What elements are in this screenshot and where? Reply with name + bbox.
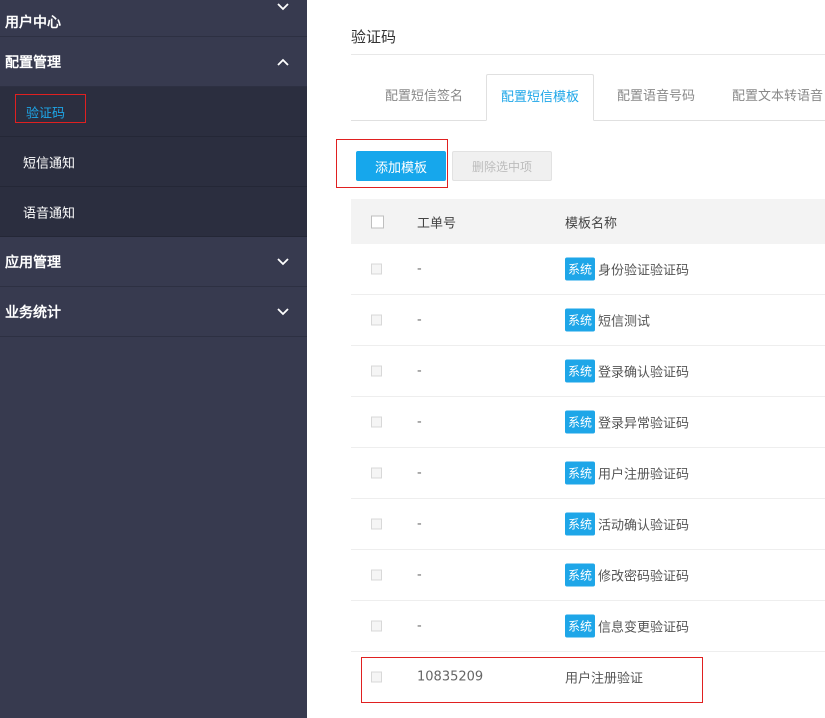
table-row: - 系统 信息变更验证码 [351, 601, 825, 652]
table-row: - 系统 短信测试 [351, 295, 825, 346]
system-badge: 系统 [565, 512, 596, 536]
config-submenu: 验证码 短信通知 语音通知 [0, 87, 307, 237]
row-name-cell: 系统 登录确认验证码 [565, 359, 690, 383]
row-checkbox[interactable] [371, 518, 382, 530]
sidebar-item-voice-notice[interactable]: 语音通知 [0, 187, 307, 237]
sidebar: 用户中心 配置管理 验证码 短信通知 语音通知 应用管理 业务统计 [0, 0, 307, 718]
add-template-button[interactable]: 添加模板 [356, 151, 446, 181]
system-badge: 系统 [565, 563, 596, 587]
row-name-cell: 系统 登录异常验证码 [565, 410, 690, 434]
chevron-down-icon [277, 3, 289, 11]
row-name-cell: 用户注册验证 [565, 668, 643, 687]
tab-tts[interactable]: 配置文本转语音 [732, 74, 825, 120]
row-name-cell: 系统 短信测试 [565, 308, 651, 332]
system-badge: 系统 [565, 308, 596, 332]
tab-sms-template[interactable]: 配置短信模板 [486, 74, 595, 121]
row-name-cell: 系统 活动确认验证码 [565, 512, 690, 536]
column-header-name: 模板名称 [565, 216, 618, 231]
table-row: - 系统 登录确认验证码 [351, 346, 825, 397]
nav-group-label: 业务统计 [5, 304, 61, 321]
nav-group-label: 配置管理 [5, 54, 61, 71]
row-name: 登录确认验证码 [598, 365, 690, 381]
system-badge: 系统 [565, 257, 596, 281]
nav-group-label: 用户中心 [5, 15, 61, 31]
divider [351, 54, 825, 55]
nav-group-app-manage[interactable]: 应用管理 [0, 237, 307, 287]
row-checkbox[interactable] [371, 365, 382, 377]
row-name: 身份验证验证码 [598, 263, 690, 279]
row-id: - [417, 414, 422, 430]
tab-bar: 配置短信签名 配置短信模板 配置语音号码 配置文本转语音 [351, 74, 825, 121]
row-id: - [417, 618, 422, 634]
row-checkbox[interactable] [371, 263, 382, 275]
nav-group-business-stats[interactable]: 业务统计 [0, 287, 307, 337]
table-row: - 系统 活动确认验证码 [351, 499, 825, 550]
system-badge: 系统 [565, 461, 596, 485]
row-checkbox[interactable] [371, 314, 382, 326]
table-row: - 系统 登录异常验证码 [351, 397, 825, 448]
system-badge: 系统 [565, 359, 596, 383]
tab-voice-number[interactable]: 配置语音号码 [617, 74, 695, 120]
row-name-cell: 系统 修改密码验证码 [565, 563, 690, 587]
nav-group-config[interactable]: 配置管理 [0, 37, 307, 87]
main-content: 验证码 配置短信签名 配置短信模板 配置语音号码 配置文本转语音 添加模板 删除… [307, 0, 825, 718]
row-name: 信息变更验证码 [598, 620, 690, 636]
row-checkbox[interactable] [371, 467, 382, 479]
nav-group-user-center[interactable]: 用户中心 [0, 0, 307, 37]
row-name: 活动确认验证码 [598, 518, 690, 534]
row-name-cell: 系统 用户注册验证码 [565, 461, 690, 485]
sidebar-item-label: 验证码 [26, 106, 66, 121]
system-badge: 系统 [565, 614, 596, 638]
table-row: 10835209 用户注册验证 [351, 652, 825, 703]
row-id: 10835209 [417, 669, 484, 685]
row-name-cell: 系统 信息变更验证码 [565, 614, 690, 638]
sidebar-item-captcha[interactable]: 验证码 [0, 87, 307, 137]
row-name: 用户注册验证码 [598, 467, 690, 483]
sidebar-item-label: 语音通知 [23, 206, 76, 221]
sidebar-item-sms-notice[interactable]: 短信通知 [0, 137, 307, 187]
chevron-up-icon [277, 58, 289, 66]
highlight-box [361, 657, 703, 703]
row-id: - [417, 363, 422, 379]
tab-sms-signature[interactable]: 配置短信签名 [385, 74, 463, 120]
row-id: - [417, 312, 422, 328]
page-title: 验证码 [351, 28, 397, 46]
nav-group-label: 应用管理 [5, 254, 61, 271]
row-name-cell: 系统 身份验证验证码 [565, 257, 690, 281]
row-checkbox[interactable] [371, 671, 382, 683]
chevron-down-icon [277, 257, 289, 266]
row-checkbox[interactable] [371, 416, 382, 428]
column-header-id: 工单号 [417, 216, 457, 231]
row-id: - [417, 465, 422, 481]
select-all-checkbox[interactable] [371, 215, 384, 228]
table-row: - 系统 身份验证验证码 [351, 244, 825, 295]
delete-selected-button[interactable]: 删除选中项 [452, 151, 552, 181]
row-checkbox[interactable] [371, 569, 382, 581]
row-id: - [417, 567, 422, 583]
row-name: 短信测试 [598, 314, 651, 330]
row-id: - [417, 516, 422, 532]
table-row: - 系统 用户注册验证码 [351, 448, 825, 499]
row-name: 登录异常验证码 [598, 416, 690, 432]
sidebar-item-label: 短信通知 [23, 156, 76, 171]
row-name: 修改密码验证码 [598, 569, 690, 585]
system-badge: 系统 [565, 410, 596, 434]
table-header: 工单号 模板名称 [351, 199, 825, 244]
template-table: 工单号 模板名称 - 系统 身份验证验证码 - 系统 短信测试 - 系统 登录确认验证… [351, 199, 825, 703]
table-row: - 系统 修改密码验证码 [351, 550, 825, 601]
row-id: - [417, 261, 422, 277]
row-checkbox[interactable] [371, 620, 382, 632]
row-name: 用户注册验证 [565, 671, 644, 687]
chevron-down-icon [277, 307, 289, 316]
